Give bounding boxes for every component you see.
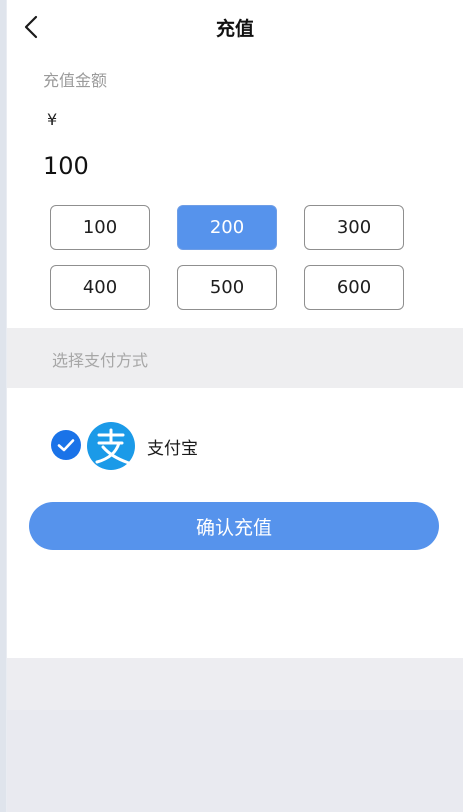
amount-input[interactable] [41, 148, 425, 184]
currency-symbol: ¥ [47, 110, 58, 129]
payment-method-name: 支付宝 [147, 439, 198, 459]
page-left-border [0, 0, 6, 812]
payment-selected-checkbox[interactable] [51, 430, 81, 460]
payment-method-header: 选择支付方式 [7, 328, 463, 388]
amount-option-300[interactable]: 300 [304, 205, 404, 250]
amount-option-100[interactable]: 100 [50, 205, 150, 250]
header: 充值 [7, 0, 463, 54]
bottom-background [7, 710, 463, 812]
payment-option-alipay[interactable]: 支付宝 [7, 420, 463, 472]
recharge-card: 充值 充值金额 ¥ 100 200 300 400 500 600 选择支付方式… [7, 0, 463, 658]
checkmark-icon [57, 439, 75, 452]
confirm-recharge-button[interactable]: 确认充值 [29, 502, 439, 550]
alipay-icon [87, 422, 135, 470]
amount-option-500[interactable]: 500 [177, 265, 277, 310]
amount-label: 充值金额 [43, 71, 108, 90]
amount-option-400[interactable]: 400 [50, 265, 150, 310]
page-title: 充值 [215, 18, 254, 40]
amount-option-200[interactable]: 200 [177, 205, 277, 250]
amount-option-600[interactable]: 600 [304, 265, 404, 310]
payment-method-label: 选择支付方式 [52, 351, 149, 370]
